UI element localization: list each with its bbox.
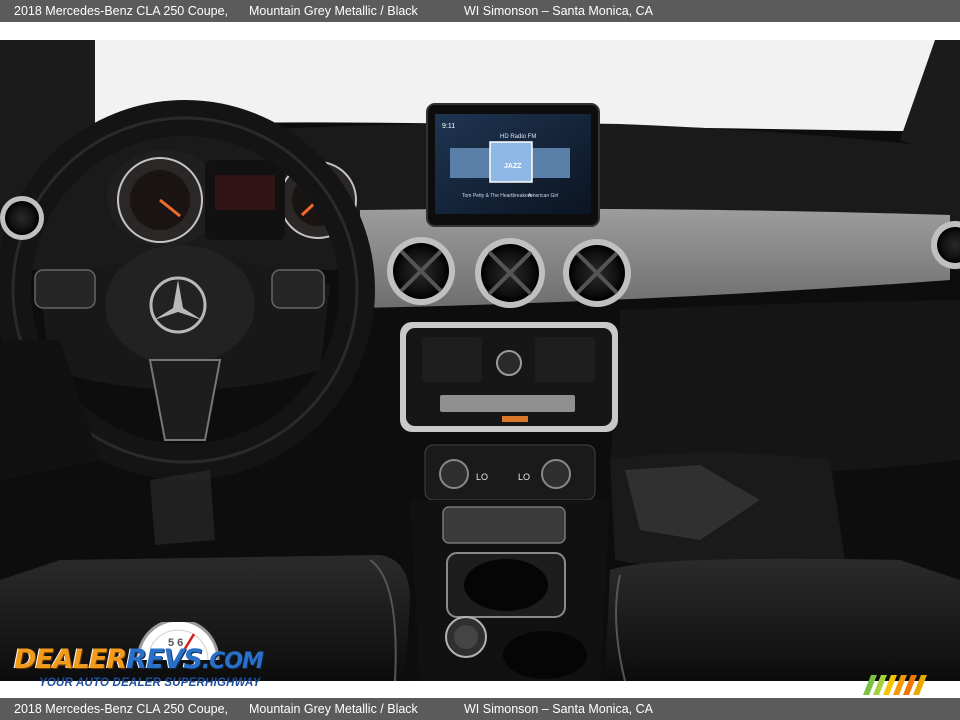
vehicle-title: 2018 Mercedes-Benz CLA 250 Coupe, xyxy=(14,4,229,18)
interior-photo: 9:11 HD Radio FM JAZZ Tom Petty & The He… xyxy=(0,40,960,681)
bottom-caption-bar: 2018 Mercedes-Benz CLA 250 Coupe, Mounta… xyxy=(0,698,960,720)
now-playing: Tom Petty & The Heartbreakers xyxy=(462,193,532,199)
dealer-location: WI Simonson – Santa Monica, CA xyxy=(464,4,653,18)
vehicle-title-bottom: 2018 Mercedes-Benz CLA 250 Coupe, xyxy=(14,702,229,716)
dealerrevs-logo: 5 6 DEALERREVS.COM YOUR AUTO DEALER SUPE… xyxy=(12,622,272,694)
song-title: American Girl xyxy=(528,193,558,199)
logo-com: .COM xyxy=(201,649,264,674)
vehicle-color: Mountain Grey Metallic / Black xyxy=(249,4,418,18)
logo-tagline: YOUR AUTO DEALER SUPERHIGHWAY xyxy=(39,677,261,689)
climate-right-temp: LO xyxy=(518,472,530,482)
top-caption-bar: 2018 Mercedes-Benz CLA 250 Coupe, Mounta… xyxy=(0,0,960,22)
logo-revs: REVS xyxy=(126,644,203,675)
logo-dealer: DEALER xyxy=(14,644,127,675)
screen-header: HD Radio FM xyxy=(500,134,536,140)
logo-wordmark: DEALERREVS.COM xyxy=(14,644,264,675)
selected-station: JAZZ xyxy=(504,163,522,170)
climate-left-temp: LO xyxy=(476,472,488,482)
screen-time: 9:11 xyxy=(442,123,455,130)
center-vents xyxy=(387,237,631,308)
vehicle-color-bottom: Mountain Grey Metallic / Black xyxy=(249,702,418,716)
dealer-location-bottom: WI Simonson – Santa Monica, CA xyxy=(464,702,653,716)
stripes-logo-icon xyxy=(863,675,927,695)
